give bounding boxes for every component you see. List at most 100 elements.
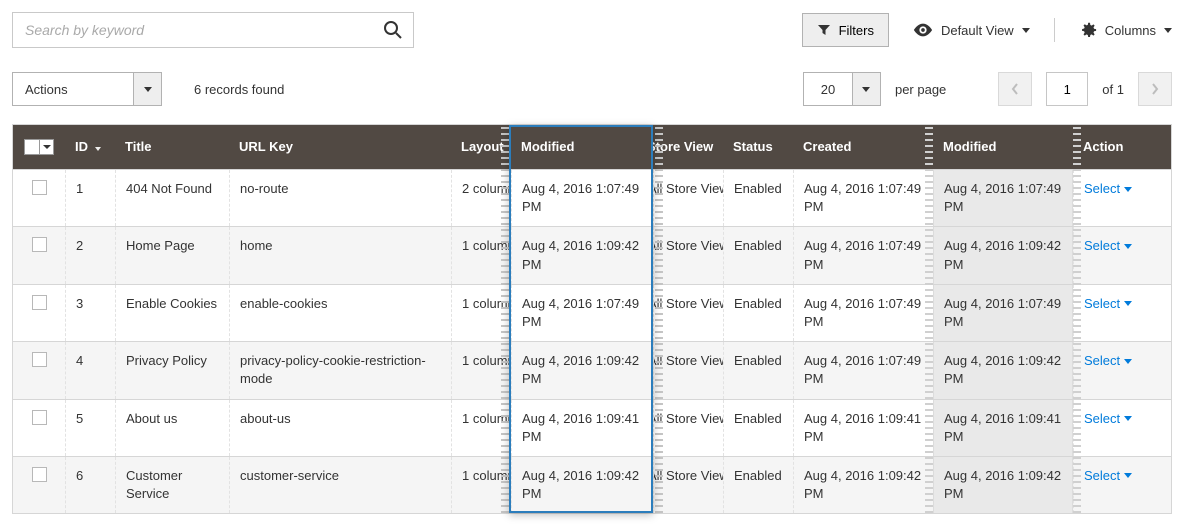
cell-store: All Store Views [653, 170, 723, 226]
chevron-down-icon[interactable] [852, 73, 880, 105]
default-view-label: Default View [941, 23, 1014, 38]
gear-icon [1079, 21, 1097, 39]
cell-title: Enable Cookies [115, 285, 229, 341]
select-all-header[interactable] [13, 125, 65, 169]
table-row[interactable]: 1404 Not Foundno-route2 columns with rig… [13, 169, 1171, 226]
row-checkbox[interactable] [32, 295, 47, 310]
cell-modified: Aug 4, 2016 1:09:42 PM [511, 457, 653, 513]
cell-id: 1 [65, 170, 115, 226]
chevron-down-icon [1124, 359, 1132, 364]
col-layout[interactable]: Layout [451, 125, 511, 169]
col-modified-dragging[interactable]: Modified [511, 125, 653, 169]
cell-created: Aug 4, 2016 1:09:41 PM [793, 400, 933, 456]
per-page-value: 20 [804, 73, 852, 105]
columns-button[interactable]: Columns [1079, 21, 1172, 39]
cell-id: 4 [65, 342, 115, 398]
cell-title: 404 Not Found [115, 170, 229, 226]
select-action[interactable]: Select [1084, 352, 1132, 370]
cell-action: Select [1073, 227, 1173, 283]
cell-created: Aug 4, 2016 1:07:49 PM [793, 342, 933, 398]
cell-layout: 1 column [451, 227, 511, 283]
cell-url: customer-service [229, 457, 451, 513]
chevron-down-icon[interactable] [40, 139, 54, 155]
col-modified-ghost[interactable]: Modified [933, 125, 1073, 169]
search-box[interactable] [12, 12, 414, 48]
chevron-down-icon[interactable] [133, 73, 161, 105]
cell-status: Enabled [723, 342, 793, 398]
select-action[interactable]: Select [1084, 237, 1132, 255]
cell-store: All Store Views [653, 342, 723, 398]
table-row[interactable]: 6Customer Servicecustomer-service1 colum… [13, 456, 1171, 513]
select-all-checkbox[interactable] [24, 139, 40, 155]
chevron-down-icon [1124, 187, 1132, 192]
cell-layout: 1 column [451, 457, 511, 513]
select-action[interactable]: Select [1084, 295, 1132, 313]
filters-button[interactable]: Filters [802, 13, 889, 47]
cell-title: Privacy Policy [115, 342, 229, 398]
chevron-down-icon [1124, 301, 1132, 306]
table-row[interactable]: 4Privacy Policyprivacy-policy-cookie-res… [13, 341, 1171, 398]
cell-action: Select [1073, 285, 1173, 341]
row-checkbox-cell [13, 285, 65, 341]
funnel-icon [817, 23, 831, 37]
next-page-button[interactable] [1138, 72, 1172, 106]
search-input[interactable] [13, 22, 373, 38]
row-checkbox[interactable] [32, 467, 47, 482]
actions-dropdown[interactable]: Actions [12, 72, 162, 106]
row-checkbox-cell [13, 227, 65, 283]
prev-page-button[interactable] [998, 72, 1032, 106]
search-icon[interactable] [373, 20, 413, 40]
page-input[interactable] [1046, 72, 1088, 106]
cell-status: Enabled [723, 170, 793, 226]
cell-layout: 1 column [451, 400, 511, 456]
select-action[interactable]: Select [1084, 180, 1132, 198]
col-title[interactable]: Title [115, 125, 229, 169]
data-grid: ID Title URL Key Layout Modified Store V… [12, 124, 1172, 514]
cell-title: About us [115, 400, 229, 456]
cell-url: enable-cookies [229, 285, 451, 341]
cell-status: Enabled [723, 285, 793, 341]
col-id[interactable]: ID [65, 125, 115, 169]
chevron-down-icon [1124, 473, 1132, 478]
cell-created: Aug 4, 2016 1:07:49 PM [793, 170, 933, 226]
cell-store: All Store Views [653, 227, 723, 283]
cell-created: Aug 4, 2016 1:07:49 PM [793, 285, 933, 341]
cell-store: All Store Views [653, 400, 723, 456]
row-checkbox-cell [13, 170, 65, 226]
row-checkbox[interactable] [32, 352, 47, 367]
cell-action: Select [1073, 170, 1173, 226]
col-status[interactable]: Status [723, 125, 793, 169]
cell-modified: Aug 4, 2016 1:09:42 PM [511, 342, 653, 398]
cell-modified-ghost: Aug 4, 2016 1:07:49 PM [933, 285, 1073, 341]
per-page-select[interactable]: 20 [803, 72, 881, 106]
default-view-button[interactable]: Default View [913, 23, 1030, 38]
table-row[interactable]: 2Home Pagehome1 columnAug 4, 2016 1:09:4… [13, 226, 1171, 283]
row-checkbox[interactable] [32, 410, 47, 425]
col-action[interactable]: Action [1073, 125, 1173, 169]
cell-layout: 2 columns with right bar [451, 170, 511, 226]
divider [1054, 18, 1055, 42]
table-row[interactable]: 3Enable Cookiesenable-cookies1 columnAug… [13, 284, 1171, 341]
per-page-label: per page [895, 82, 946, 97]
cell-modified-ghost: Aug 4, 2016 1:09:41 PM [933, 400, 1073, 456]
col-created[interactable]: Created [793, 125, 933, 169]
cell-modified-ghost: Aug 4, 2016 1:09:42 PM [933, 227, 1073, 283]
cell-modified: Aug 4, 2016 1:07:49 PM [511, 170, 653, 226]
col-url[interactable]: URL Key [229, 125, 451, 169]
cell-url: home [229, 227, 451, 283]
row-checkbox[interactable] [32, 237, 47, 252]
cell-url: no-route [229, 170, 451, 226]
filters-label: Filters [839, 23, 874, 38]
cell-action: Select [1073, 400, 1173, 456]
cell-store: All Store Views [653, 285, 723, 341]
cell-url: about-us [229, 400, 451, 456]
col-store[interactable]: Store View [653, 125, 723, 169]
cell-modified-ghost: Aug 4, 2016 1:09:42 PM [933, 342, 1073, 398]
table-row[interactable]: 5About usabout-us1 columnAug 4, 2016 1:0… [13, 399, 1171, 456]
cell-modified: Aug 4, 2016 1:09:41 PM [511, 400, 653, 456]
row-checkbox[interactable] [32, 180, 47, 195]
select-action[interactable]: Select [1084, 410, 1132, 428]
cell-modified-ghost: Aug 4, 2016 1:09:42 PM [933, 457, 1073, 513]
cell-title: Home Page [115, 227, 229, 283]
select-action[interactable]: Select [1084, 467, 1132, 485]
